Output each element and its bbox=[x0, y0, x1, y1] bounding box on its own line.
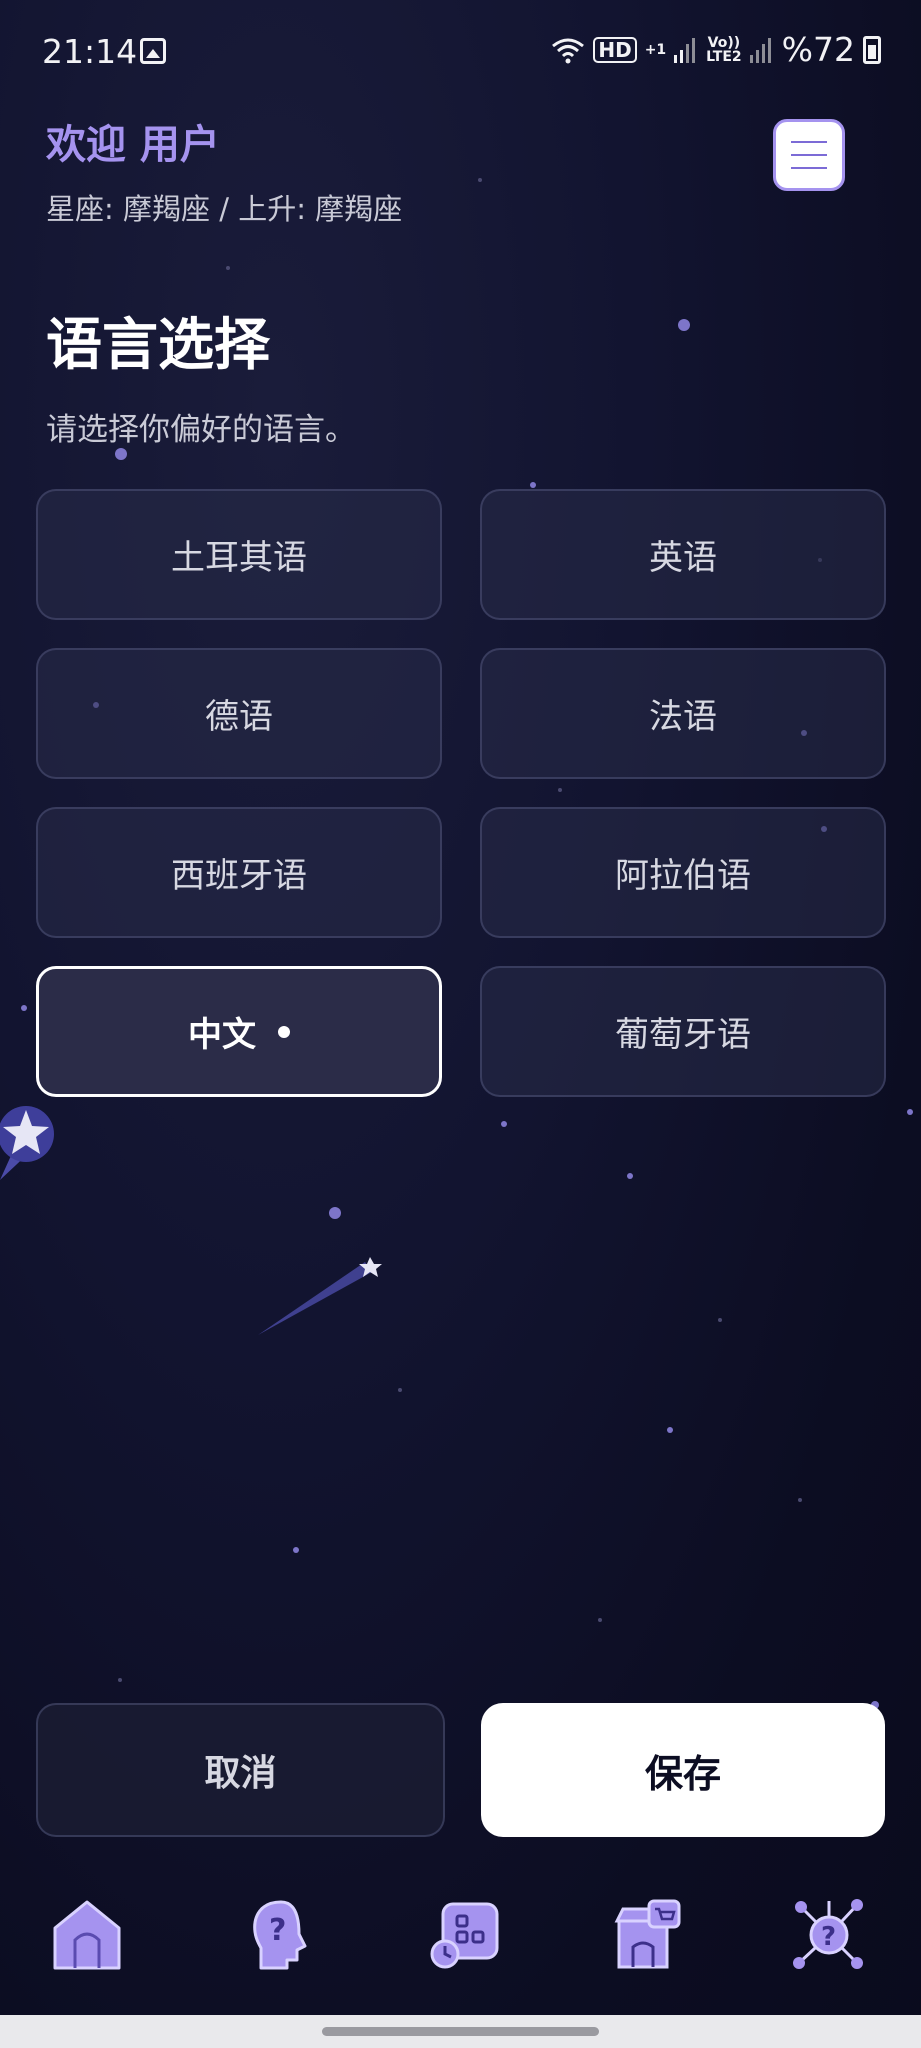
language-option-turkish[interactable]: 土耳其语 bbox=[36, 489, 442, 620]
selected-dot-icon bbox=[278, 1025, 290, 1038]
volte-bottom-label: LTE2 bbox=[706, 48, 742, 65]
gallery-notification-icon bbox=[140, 38, 166, 64]
status-bar: 21:14 HD +1 Vo)) LTE2 %72 bbox=[0, 0, 921, 104]
hamburger-menu-icon-line bbox=[791, 154, 827, 156]
language-label: 法语 bbox=[649, 697, 717, 737]
language-option-english[interactable]: 英语 bbox=[480, 489, 886, 620]
page-title: 语言选择 bbox=[46, 313, 270, 378]
signal-icon-2 bbox=[749, 37, 771, 63]
nav-ask[interactable]: ? bbox=[236, 1890, 326, 1980]
language-option-german[interactable]: 德语 bbox=[36, 648, 442, 779]
plus-one-label: +1 bbox=[644, 41, 667, 58]
volte-indicator: Vo)) LTE2 bbox=[706, 36, 741, 64]
language-option-portuguese[interactable]: 葡萄牙语 bbox=[480, 966, 886, 1097]
menu-button[interactable] bbox=[773, 119, 845, 191]
status-time: 21:14 bbox=[42, 32, 138, 71]
nav-shop[interactable] bbox=[602, 1890, 692, 1980]
hamburger-menu-icon-line bbox=[791, 167, 827, 169]
language-label: 西班牙语 bbox=[171, 856, 307, 896]
home-gesture-handle[interactable] bbox=[322, 2027, 599, 2036]
language-grid: 土耳其语 英语 德语 法语 西班牙语 阿拉伯语 中文 葡萄牙语 bbox=[36, 489, 886, 1097]
save-button[interactable]: 保存 bbox=[481, 1703, 885, 1837]
language-label: 德语 bbox=[205, 697, 273, 737]
welcome-title: 欢迎 用户 bbox=[46, 122, 220, 168]
language-label: 土耳其语 bbox=[171, 538, 307, 578]
question-head-icon: ? bbox=[253, 1900, 307, 1970]
wifi-icon bbox=[552, 38, 585, 63]
battery-percent: %72 bbox=[781, 30, 855, 69]
cancel-button[interactable]: 取消 bbox=[36, 1703, 445, 1837]
network-question-icon: ? bbox=[793, 1899, 863, 1969]
hd-voice-badge: HD bbox=[593, 36, 637, 63]
page-description: 请选择你偏好的语言。 bbox=[46, 412, 356, 448]
nav-tools[interactable] bbox=[420, 1890, 510, 1980]
home-icon bbox=[53, 1900, 121, 1970]
language-label: 阿拉伯语 bbox=[615, 856, 751, 896]
signal-icon-1 bbox=[674, 37, 696, 63]
nav-network[interactable]: ? bbox=[784, 1890, 874, 1980]
status-indicators: HD +1 Vo)) LTE2 %72 bbox=[551, 30, 881, 69]
svg-text:?: ? bbox=[269, 1913, 286, 1948]
language-label: 英语 bbox=[649, 538, 717, 578]
battery-icon bbox=[863, 35, 881, 64]
store-icon bbox=[614, 1899, 681, 1969]
svg-text:?: ? bbox=[821, 1922, 836, 1952]
zodiac-info: 星座: 摩羯座 / 上升: 摩羯座 bbox=[46, 192, 403, 226]
language-label: 中文 bbox=[188, 1015, 256, 1055]
language-option-arabic[interactable]: 阿拉伯语 bbox=[480, 807, 886, 938]
language-label: 葡萄牙语 bbox=[615, 1015, 751, 1055]
language-option-chinese[interactable]: 中文 bbox=[36, 966, 442, 1097]
bottom-navigation: ? ? bbox=[0, 1890, 921, 2010]
hamburger-menu-icon-line bbox=[791, 141, 827, 143]
nav-home[interactable] bbox=[42, 1890, 132, 1980]
grid-clock-icon bbox=[430, 1902, 499, 1969]
language-option-spanish[interactable]: 西班牙语 bbox=[36, 807, 442, 938]
volte-top-label: Vo)) bbox=[707, 34, 741, 51]
language-option-french[interactable]: 法语 bbox=[480, 648, 886, 779]
